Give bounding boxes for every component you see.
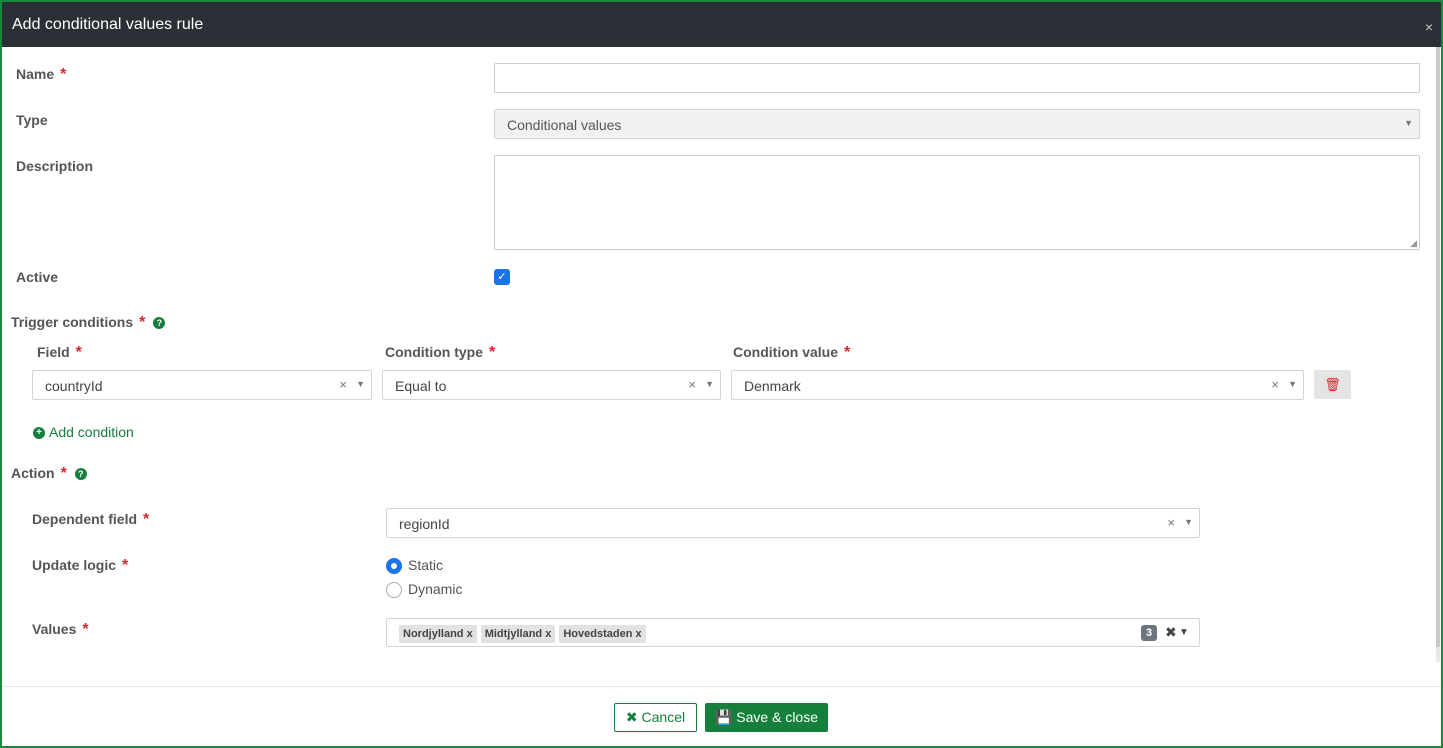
trash-icon: 🗑 <box>1324 377 1341 392</box>
description-label: Description <box>16 158 94 174</box>
save-close-button[interactable]: 💾 Save & close <box>705 703 828 732</box>
cancel-button[interactable]: ✖ Cancel <box>614 703 697 732</box>
radio-static[interactable]: Static <box>386 557 443 575</box>
description-textarea[interactable]: ◢ <box>494 155 1420 250</box>
value-tag[interactable]: Midtjylland x <box>480 625 556 643</box>
type-label: Type <box>16 112 48 128</box>
condition-value-column-label: Condition value * <box>733 344 851 361</box>
dependent-field-select[interactable]: regionId × ▼ <box>386 508 1200 538</box>
required-icon: * <box>60 465 67 482</box>
condition-value: Denmark <box>744 378 801 394</box>
close-icon: ✖ <box>625 709 638 725</box>
required-icon: * <box>75 344 82 361</box>
condition-value-select[interactable]: Denmark × ▼ <box>731 370 1304 400</box>
values-tags: Nordjylland x Midtjylland x Hovedstaden x <box>399 624 650 643</box>
required-icon: * <box>122 557 129 574</box>
add-condition-link[interactable]: + Add condition <box>33 424 134 440</box>
required-icon: * <box>82 621 89 638</box>
condition-type-value: Equal to <box>395 378 447 394</box>
scrollbar-thumb[interactable] <box>1436 47 1440 647</box>
required-icon: * <box>60 66 67 83</box>
active-label: Active <box>16 269 59 285</box>
chevron-down-icon: ▼ <box>705 379 714 389</box>
radio-dynamic[interactable]: Dynamic <box>386 581 462 599</box>
required-icon: * <box>139 314 146 331</box>
clear-all-icon[interactable]: ✖ <box>1165 624 1177 641</box>
close-icon[interactable]: × <box>1425 19 1433 35</box>
condition-type-select[interactable]: Equal to × ▼ <box>382 370 721 400</box>
field-select[interactable]: countryId × ▼ <box>32 370 372 400</box>
radio-unchecked-icon[interactable] <box>386 582 402 599</box>
chevron-down-icon: ▼ <box>1404 118 1413 128</box>
required-icon: * <box>489 344 496 361</box>
modal-header: Add conditional values rule × <box>2 2 1441 47</box>
chevron-down-icon: ▼ <box>1184 517 1193 527</box>
name-label: Name * <box>16 66 67 83</box>
footer-divider <box>2 686 1441 687</box>
dependent-field-label: Dependent field * <box>32 511 150 528</box>
clear-icon[interactable]: × <box>1167 515 1175 530</box>
required-icon: * <box>143 511 150 528</box>
value-tag[interactable]: Hovedstaden x <box>559 625 646 643</box>
clear-icon[interactable]: × <box>688 377 696 392</box>
resize-handle-icon[interactable]: ◢ <box>1410 238 1417 249</box>
field-column-label: Field * <box>37 344 82 361</box>
chevron-down-icon: ▼ <box>1288 379 1297 389</box>
values-multiselect[interactable]: Nordjylland x Midtjylland x Hovedstaden x … <box>386 618 1200 647</box>
clear-icon[interactable]: × <box>1271 377 1279 392</box>
chevron-down-icon: ▼ <box>356 379 365 389</box>
help-icon[interactable]: ? <box>74 468 87 481</box>
type-value: Conditional values <box>507 117 622 133</box>
help-icon[interactable]: ? <box>153 317 166 330</box>
update-logic-label: Update logic * <box>32 557 129 574</box>
floppy-disk-icon: 💾 <box>714 709 733 725</box>
active-checkbox[interactable]: ✓ <box>494 269 510 285</box>
values-label: Values * <box>32 621 89 638</box>
field-value: countryId <box>45 378 103 394</box>
value-tag[interactable]: Nordjylland x <box>399 625 477 643</box>
values-count-badge: 3 <box>1141 625 1158 641</box>
conditional-values-modal: Add conditional values rule × Name * Type… <box>0 0 1443 748</box>
name-input[interactable] <box>494 63 1420 93</box>
delete-condition-button[interactable]: 🗑 <box>1314 370 1351 399</box>
caret-down-icon[interactable]: ▼ <box>1179 627 1189 638</box>
action-label: Action *? <box>11 465 87 483</box>
type-select[interactable]: Conditional values ▼ <box>494 109 1420 139</box>
plus-circle-icon: + <box>33 427 45 440</box>
radio-checked-icon[interactable] <box>386 558 402 575</box>
clear-icon[interactable]: × <box>339 377 347 392</box>
required-icon: * <box>844 344 851 361</box>
modal-title: Add conditional values rule <box>12 16 204 33</box>
condition-type-column-label: Condition type * <box>385 344 496 361</box>
trigger-conditions-label: Trigger conditions *? <box>11 314 166 332</box>
dependent-field-value: regionId <box>399 516 450 532</box>
